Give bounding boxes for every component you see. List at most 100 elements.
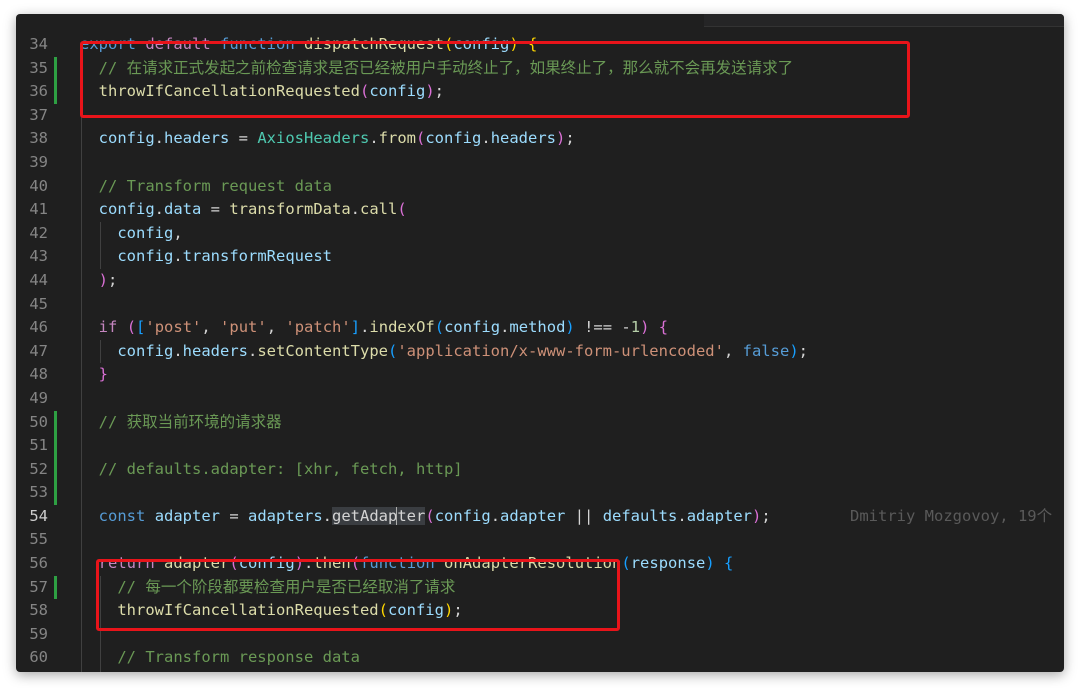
code-text: // Transform response data <box>80 646 360 670</box>
code-text: config.headers = AxiosHeaders.from(confi… <box>80 127 575 151</box>
code-text: if (['post', 'put', 'patch'].indexOf(con… <box>80 316 668 340</box>
code-token: } <box>98 365 109 384</box>
line-number: 38 <box>29 129 48 148</box>
code-token: config <box>434 506 491 525</box>
code-line[interactable]: 45 <box>16 292 1064 317</box>
code-token: . <box>154 200 165 219</box>
line-number: 40 <box>29 176 48 195</box>
code-token: . <box>248 341 258 360</box>
code-token: response <box>630 554 706 573</box>
line-number: 44 <box>29 270 48 289</box>
annotation-box-top <box>80 41 910 118</box>
code-token: ; <box>761 506 771 525</box>
code-token: ) <box>98 270 109 289</box>
code-token: call <box>360 200 398 219</box>
code-line[interactable]: 40 // Transform request data <box>16 174 1064 199</box>
line-number: 60 <box>29 648 48 667</box>
code-line[interactable]: 51 <box>16 434 1064 458</box>
code-line[interactable]: 41 config.data = transformData.call( <box>16 198 1064 222</box>
line-number: 57 <box>29 577 48 596</box>
code-token: = <box>229 129 258 148</box>
code-line[interactable]: 44 ); <box>16 268 1064 293</box>
line-number: 61 <box>16 670 48 672</box>
git-change-marker <box>54 434 57 458</box>
line-number: 34 <box>29 35 48 53</box>
code-line[interactable]: 61 response.data = transformData.call( <box>16 670 1064 672</box>
code-line[interactable]: 48 } <box>16 363 1064 387</box>
indent-guide <box>81 622 82 647</box>
code-line[interactable]: 60 // Transform response data <box>16 646 1064 671</box>
code-token: ( <box>126 318 137 337</box>
indent-guide <box>81 292 82 317</box>
line-number: 45 <box>29 294 48 313</box>
line-number: 51 <box>29 436 48 455</box>
line-number: 39 <box>29 152 48 171</box>
code-token: . <box>173 341 183 360</box>
code-line[interactable]: 43 config.transformRequest <box>16 245 1064 269</box>
indent-guide <box>81 434 82 458</box>
code-text: // 获取当前环境的请求器 <box>80 411 282 435</box>
line-number: 41 <box>29 200 48 219</box>
code-line[interactable]: 50 // 获取当前环境的请求器 <box>16 410 1064 435</box>
code-text: const adapter = adapters.getAdapter(conf… <box>80 505 771 529</box>
code-text: // defaults.adapter: [xhr, fetch, http] <box>80 458 463 482</box>
line-number: 52 <box>29 459 48 478</box>
code-token: . <box>154 129 165 148</box>
code-text: config, <box>80 222 182 246</box>
code-token: config <box>425 129 482 148</box>
code-token: ] <box>350 318 361 337</box>
git-blame-annotation: Dmitriy Mozgovoy, 19个 <box>850 506 1053 525</box>
code-line[interactable]: 53 <box>16 481 1064 505</box>
code-token: adapter <box>154 506 221 525</box>
code-line[interactable]: 47 config.headers.setContentType('applic… <box>16 339 1064 364</box>
line-number: 59 <box>29 624 48 643</box>
code-line[interactable]: 39 <box>16 150 1064 175</box>
code-token: || <box>565 506 603 525</box>
code-token: , <box>723 341 743 360</box>
line-number: 37 <box>29 105 48 124</box>
code-token: ) <box>556 129 566 148</box>
code-token: getAdap <box>332 506 398 525</box>
code-token: ) <box>789 341 799 360</box>
code-token: if <box>98 318 118 337</box>
line-number: 54 <box>29 506 48 525</box>
code-token: 'application/x-www-form-urlencoded' <box>397 341 724 360</box>
code-token: , <box>266 318 286 337</box>
code-token: ter <box>397 506 426 525</box>
code-token: data <box>164 200 202 219</box>
code-token: config <box>444 318 501 337</box>
code-token: // Transform response data <box>117 648 360 667</box>
code-token: // 获取当前环境的请求器 <box>98 412 282 431</box>
code-token: transformRequest <box>182 247 332 266</box>
line-number: 50 <box>29 412 48 431</box>
line-number: 55 <box>29 530 48 549</box>
code-line[interactable]: 54 const adapter = adapters.getAdapter(c… <box>16 504 1064 529</box>
code-line[interactable]: 49 <box>16 386 1064 411</box>
indent-guide <box>81 481 82 505</box>
code-token: headers <box>490 129 557 148</box>
code-token: { <box>658 318 669 337</box>
line-number: 58 <box>29 601 48 620</box>
code-token: ( <box>621 554 631 573</box>
code-token: ; <box>108 270 118 289</box>
code-line[interactable]: 52 // defaults.adapter: [xhr, fetch, htt… <box>16 457 1064 482</box>
line-number: 53 <box>29 483 48 502</box>
code-token: ( <box>397 200 407 219</box>
code-line[interactable]: 42 config, <box>16 221 1064 246</box>
code-line[interactable]: 46 if (['post', 'put', 'patch'].indexOf(… <box>16 316 1064 340</box>
code-token: adapter <box>686 506 753 525</box>
code-token: ( <box>388 341 398 360</box>
code-text: config.transformRequest <box>80 245 332 269</box>
code-line[interactable]: 55 <box>16 528 1064 553</box>
code-token: config <box>117 247 174 266</box>
code-line[interactable]: 38 config.headers = AxiosHeaders.from(co… <box>16 127 1064 151</box>
